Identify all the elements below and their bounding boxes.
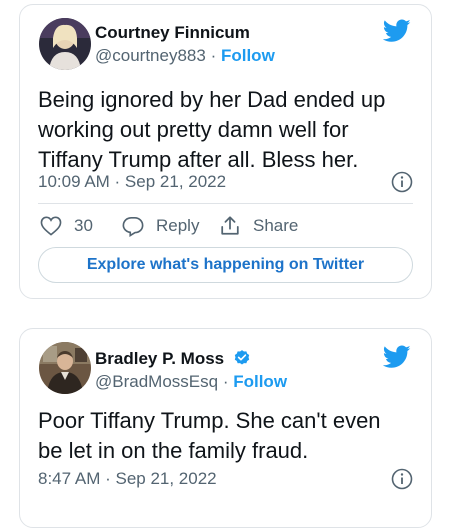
tweet-card[interactable]: Bradley P. Moss @BradMossEsq · Follow Po… xyxy=(19,328,432,528)
reply-label: Reply xyxy=(156,216,200,235)
separator: · xyxy=(222,372,229,391)
tweet-text: Poor Tiffany Trump. She can't even be le… xyxy=(38,408,381,463)
follow-button[interactable]: Follow xyxy=(233,372,287,391)
reply-button[interactable]: Reply xyxy=(122,214,199,238)
divider xyxy=(38,203,413,204)
like-count: 30 xyxy=(74,216,93,235)
share-icon xyxy=(221,216,239,235)
tweet-timestamp[interactable]: 8:47 AM · Sep 21, 2022 xyxy=(38,469,217,489)
follow-button[interactable]: Follow xyxy=(221,46,275,65)
info-icon[interactable] xyxy=(391,468,413,490)
author-handle[interactable]: @courtney883 xyxy=(95,46,206,65)
author-name[interactable]: Courtney Finnicum xyxy=(95,23,250,43)
twitter-bird-icon[interactable] xyxy=(383,19,411,43)
like-button[interactable]: 30 xyxy=(40,214,93,238)
info-icon[interactable] xyxy=(391,171,413,193)
verified-icon xyxy=(234,350,250,365)
tweet-timestamp[interactable]: 10:09 AM · Sep 21, 2022 xyxy=(38,172,226,192)
share-label: Share xyxy=(253,216,299,235)
avatar[interactable] xyxy=(39,18,91,70)
author-handle[interactable]: @BradMossEsq xyxy=(95,372,218,391)
separator: · xyxy=(210,46,217,65)
explore-twitter-button[interactable]: Explore what's happening on Twitter xyxy=(38,247,413,283)
tweet-text: Being ignored by her Dad ended up workin… xyxy=(38,87,386,172)
author-name[interactable]: Bradley P. Moss xyxy=(95,349,224,368)
share-button[interactable]: Share xyxy=(219,214,298,238)
handle-line: @courtney883 · Follow xyxy=(95,46,275,66)
heart-icon xyxy=(40,216,62,236)
author-name-row: Bradley P. Moss xyxy=(95,349,251,369)
avatar[interactable] xyxy=(39,342,91,394)
reply-icon xyxy=(122,216,144,237)
handle-line: @BradMossEsq · Follow xyxy=(95,372,287,392)
twitter-bird-icon[interactable] xyxy=(383,345,411,369)
tweet-card[interactable]: Courtney Finnicum @courtney883 · Follow … xyxy=(19,4,432,299)
